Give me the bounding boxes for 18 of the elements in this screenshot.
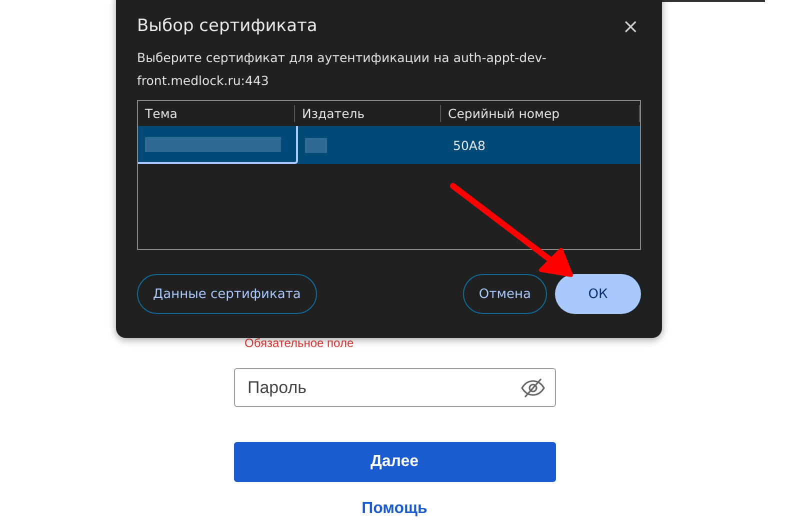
column-header[interactable]: Серийный номер	[441, 105, 640, 122]
next-button[interactable]: Далее	[234, 442, 556, 482]
close-button[interactable]: ×	[620, 16, 641, 36]
error-text: Обязательное поле	[244, 336, 355, 350]
table-cell: 50A8	[453, 138, 486, 152]
dialog-button[interactable]: Данные сертификата	[137, 274, 317, 314]
certificate-row[interactable]: 50A8	[138, 126, 640, 164]
ok-button[interactable]: ОК	[555, 274, 641, 314]
column-header[interactable]: Тема	[138, 105, 295, 122]
password-field[interactable]: Пароль	[234, 368, 556, 407]
dialog-title: Выбор сертификата	[137, 16, 318, 36]
password-input[interactable]: Пароль	[246, 376, 520, 398]
column-header[interactable]: Издатель	[295, 105, 441, 122]
help-link[interactable]: Помощь	[362, 500, 428, 518]
focused-cell[interactable]	[138, 126, 298, 164]
dialog-button[interactable]: Отмена	[462, 274, 547, 314]
eye-slash-icon[interactable]	[520, 378, 544, 398]
dialog-description: Выберите сертификат для аутентификации на auth-appt-dev-front.medlock.ru:443	[137, 49, 548, 90]
